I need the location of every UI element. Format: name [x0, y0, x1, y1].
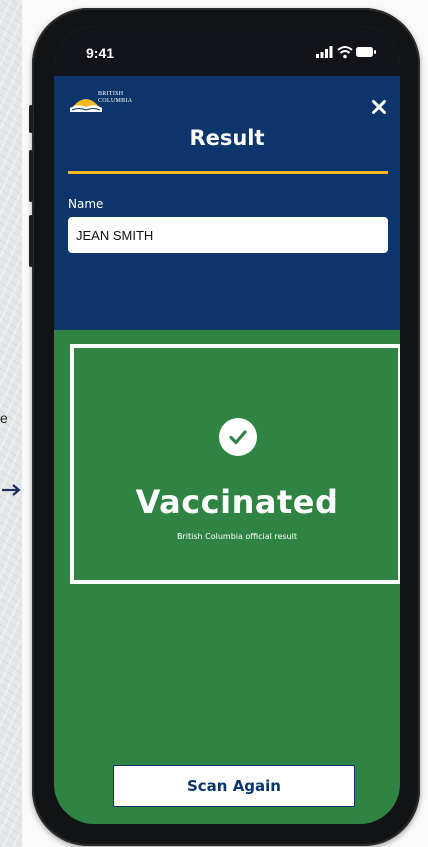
page-title: Result	[189, 126, 265, 150]
bc-logo-text: BRITISH COLUMBIA	[98, 91, 132, 105]
battery-icon	[356, 47, 376, 57]
check-circle-icon	[219, 418, 257, 456]
logo-text-line1: BRITISH	[98, 91, 124, 97]
phone-mute-button	[29, 105, 33, 133]
name-field[interactable]: JEAN SMITH	[68, 217, 388, 253]
logo-text-line2: COLUMBIA	[98, 98, 133, 104]
close-icon	[372, 100, 386, 114]
arrow-right-icon	[2, 484, 21, 496]
status-icons	[316, 46, 376, 59]
phone-volume-down-button	[29, 215, 33, 267]
title-divider	[68, 171, 388, 174]
name-label: Name	[68, 197, 104, 211]
status-bar: 9:41	[54, 26, 400, 76]
phone-volume-up-button	[29, 150, 33, 202]
result-header: BRITISH COLUMBIA Result Name JEAN SMITH	[54, 76, 400, 330]
status-time: 9:41	[86, 45, 115, 61]
vaccination-subtitle: British Columbia official result	[176, 532, 297, 541]
close-button[interactable]	[368, 96, 390, 118]
wifi-icon	[337, 46, 353, 59]
vaccination-status: Vaccinated	[135, 483, 339, 521]
vaccination-result-card: Vaccinated British Columbia official res…	[70, 344, 400, 584]
signal-icon	[316, 46, 333, 58]
scan-again-button[interactable]: Scan Again	[113, 765, 355, 807]
side-text-fragment: e	[0, 410, 8, 426]
phone-screen: 9:41 BRITISH COLUMBIA Result Name JEAN S…	[54, 26, 400, 824]
